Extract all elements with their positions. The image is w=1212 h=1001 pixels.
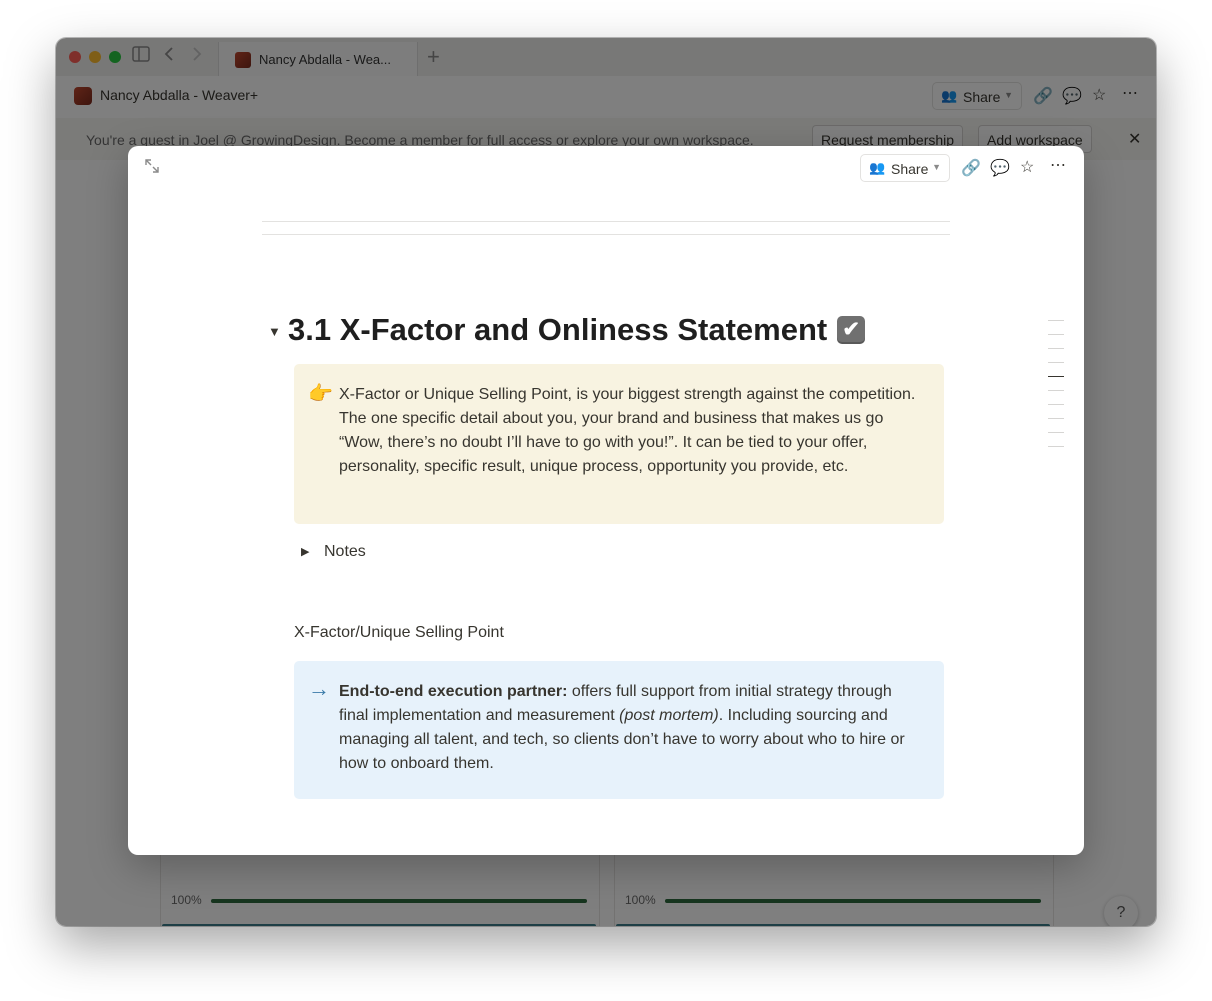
callout-italic: (post mortem) xyxy=(619,707,719,724)
divider xyxy=(262,234,950,235)
share-label: Share xyxy=(891,161,929,177)
toc-line-active[interactable] xyxy=(1048,376,1064,377)
notes-toggle[interactable]: Notes xyxy=(324,543,366,561)
toc-line[interactable] xyxy=(1048,432,1064,433)
share-button[interactable]: 👥 Share ▼ xyxy=(860,154,950,182)
arrow-right-icon: → xyxy=(308,676,330,701)
table-of-contents-minimap[interactable] xyxy=(1048,320,1064,460)
more-icon[interactable]: ⋯ xyxy=(1050,155,1066,175)
toggle-collapsed-icon[interactable]: ▶ xyxy=(301,545,309,558)
people-icon: 👥 xyxy=(869,160,886,175)
toc-line[interactable] xyxy=(1048,348,1064,349)
comment-icon[interactable]: 💬 xyxy=(990,158,1010,178)
callout-statement: → End-to-end execution partner: offers f… xyxy=(294,661,944,799)
toc-line[interactable] xyxy=(1048,320,1064,321)
callout-info: 👉 X-Factor or Unique Selling Point, is y… xyxy=(294,364,944,524)
chevron-down-icon: ▼ xyxy=(932,162,941,172)
checkbox-emoji-icon: ✔ xyxy=(837,316,866,344)
pointing-hand-icon: 👉 xyxy=(308,383,333,405)
star-icon[interactable]: ☆ xyxy=(1020,157,1034,177)
link-icon[interactable]: 🔗 xyxy=(961,158,981,178)
toc-line[interactable] xyxy=(1048,362,1064,363)
toc-line[interactable] xyxy=(1048,334,1064,335)
heading-text: 3.1 X-Factor and Onliness Statement xyxy=(288,312,828,347)
subsection-label: X-Factor/Unique Selling Point xyxy=(294,624,504,641)
expand-icon[interactable] xyxy=(144,158,160,179)
callout-text: X-Factor or Unique Selling Point, is you… xyxy=(339,386,916,475)
section-heading: 3.1 X-Factor and Onliness Statement ✔ xyxy=(288,312,866,348)
toc-line[interactable] xyxy=(1048,390,1064,391)
toc-line[interactable] xyxy=(1048,404,1064,405)
toc-line[interactable] xyxy=(1048,446,1064,447)
toggle-expanded-icon[interactable]: ▼ xyxy=(268,324,281,339)
callout-bold: End-to-end execution partner: xyxy=(339,683,568,700)
toc-line[interactable] xyxy=(1048,418,1064,419)
divider xyxy=(262,221,950,222)
page-peek-modal: 👥 Share ▼ 🔗 💬 ☆ ⋯ ▼ 3.1 X-Factor and Onl… xyxy=(128,146,1084,855)
